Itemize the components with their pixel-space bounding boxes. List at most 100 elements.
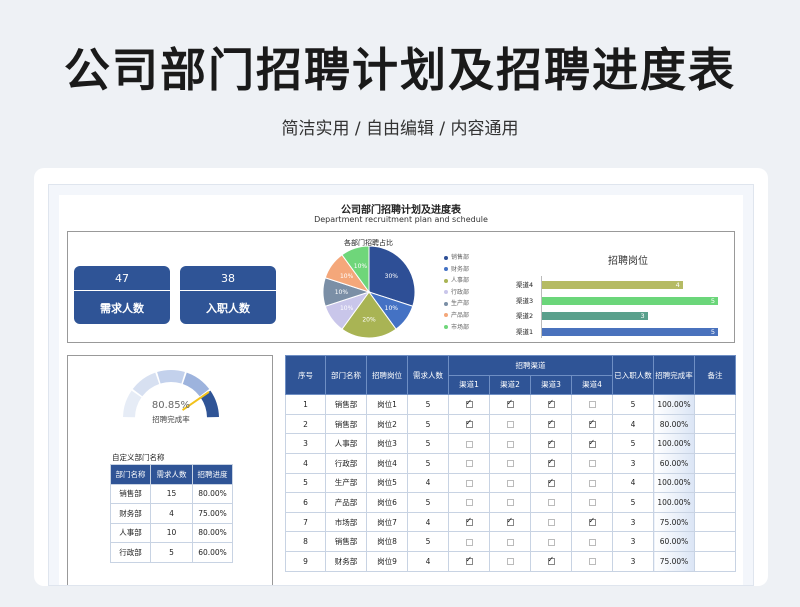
checkbox-checked[interactable] [465,418,473,429]
table-cell [489,394,531,415]
table-row: 4行政部岗位45 360.00% [285,452,736,474]
table-cell [489,531,531,552]
checkbox-unchecked[interactable] [465,499,473,507]
table-cell [448,511,490,533]
checkbox-checked[interactable] [465,398,473,409]
legend-item: 市场部 [444,322,469,334]
table-cell: 3 [612,452,654,474]
checkbox-unchecked[interactable] [588,460,596,468]
summary-panel: 47 需求人数 38 入职人数 各部门招聘占比 30% 10% 20% 10% 10% 1… [67,231,735,343]
checkbox-unchecked[interactable] [547,538,555,546]
checkbox-unchecked[interactable] [547,519,555,527]
table-cell [448,472,490,494]
table-cell: 5 [612,492,654,513]
table-cell [571,550,613,572]
checkbox-unchecked[interactable] [506,538,514,546]
table-cell [489,550,531,572]
col-header: 部门名称 [110,464,151,485]
checkbox-checked[interactable] [465,555,473,566]
table-cell: 80.00% [192,483,233,504]
table-cell: 75.00% [653,511,695,533]
col-header: 招聘完成率 [653,354,695,396]
checkbox-unchecked[interactable] [465,538,473,546]
dept-summary-table: 部门名称 需求人数 招聘进度 销售部 15 80.00% 财务部 4 75.00% 人事部 1… [110,464,233,563]
table-cell: 100.00% [653,394,695,415]
checkbox-unchecked[interactable] [506,421,514,429]
checkbox-unchecked[interactable] [465,440,473,448]
checkbox-checked[interactable] [547,457,555,468]
table-cell: 岗位2 [366,413,408,435]
checkbox-checked[interactable] [547,418,555,429]
table-cell [571,492,613,513]
legend-label: 人事部 [451,277,470,285]
table-cell [571,413,613,435]
checkbox-unchecked[interactable] [588,558,596,566]
bar-value-label: 3 [640,312,645,320]
checkbox-unchecked[interactable] [506,479,514,487]
table-cell: 岗位3 [366,433,408,454]
gauge-segment [157,370,185,384]
legend-item: 产品部 [444,310,469,322]
checkbox-checked[interactable] [588,438,596,448]
col-header: 招聘岗位 [366,354,408,396]
checkbox-unchecked[interactable] [506,558,514,566]
legend-dot [444,278,448,283]
table-cell [530,550,572,572]
checkbox-checked[interactable] [588,418,596,429]
legend-item: 财务部 [444,264,469,276]
legend-item: 行政部 [444,287,469,299]
checkbox-unchecked[interactable] [506,499,514,507]
kpi-hired: 38 入职人数 [180,266,276,324]
table-cell: 5 [612,433,654,454]
pie-data-label: 10% [340,305,354,312]
table-cell: 75.00% [192,503,233,524]
table-row: 5生产部岗位544100.00% [285,472,736,494]
table-cell: 销售部 [325,531,367,552]
checkbox-unchecked[interactable] [506,440,514,448]
table-cell: 100.00% [653,433,695,454]
bar-category-label: 渠道2 [516,312,534,320]
legend-dot [444,290,448,295]
table-row: 财务部 4 75.00% [110,503,233,524]
table-cell [448,492,490,513]
table-cell [571,472,613,494]
pie-data-label: 30% [385,273,399,280]
table-cell: 100.00% [653,492,695,513]
table-cell: 3 [612,550,654,572]
checkbox-unchecked[interactable] [588,401,596,409]
checkbox-checked[interactable] [588,516,596,527]
checkbox-checked[interactable] [547,438,555,448]
checkbox-unchecked[interactable] [465,460,473,468]
table-row: 2销售部岗位25 480.00% [285,413,736,435]
checkbox-checked[interactable] [465,516,473,527]
checkbox-checked[interactable] [547,398,555,409]
table-cell: 产品部 [325,492,367,513]
table-row: 8 销售部 岗位8 5 3 60.00% [285,531,736,552]
checkbox-unchecked[interactable] [588,479,596,487]
table-cell: 4 [285,452,326,474]
checkbox-checked[interactable] [506,398,514,409]
checkbox-unchecked[interactable] [588,499,596,507]
table-cell [694,413,736,435]
bar-row: 渠道3 5 [516,296,726,306]
table-cell: 4 [407,511,449,533]
checkbox-unchecked[interactable] [588,538,596,546]
page-subtitle: 简洁实用 / 自由编辑 / 内容通用 [281,119,519,139]
checkbox-checked[interactable] [547,477,555,487]
table-cell [448,394,490,415]
table-cell: 75.00% [653,550,695,572]
table-cell: 5 [612,394,654,415]
bar-value-label: 5 [710,327,715,336]
legend-dot [444,301,448,306]
checkbox-checked[interactable] [506,516,514,527]
table-cell: 5 [407,531,449,552]
checkbox-unchecked[interactable] [547,499,555,507]
table-cell [571,433,613,454]
checkbox-checked[interactable] [547,555,555,566]
table-row: 9财务部岗位94 375.00% [285,550,736,572]
table-cell [448,413,490,435]
table-cell: 岗位7 [366,511,408,533]
checkbox-unchecked[interactable] [506,460,514,468]
pie-legend: 销售部 财务部 人事部 行政部 生产部 产品部 市场部 [444,252,469,333]
checkbox-unchecked[interactable] [465,479,473,487]
